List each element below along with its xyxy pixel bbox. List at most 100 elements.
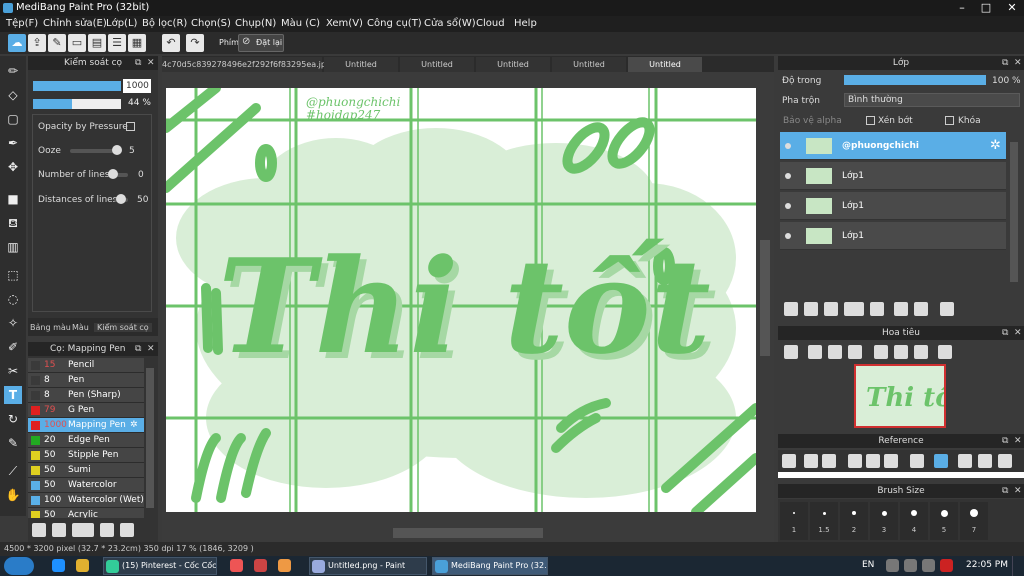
grid-icon[interactable]: ▦ <box>128 34 146 52</box>
close-button[interactable]: ✕ <box>1002 0 1022 16</box>
rotate-right-icon[interactable] <box>914 345 928 359</box>
minimize-button[interactable]: – <box>952 0 972 16</box>
select-tool-icon[interactable]: ⬚ <box>4 266 22 284</box>
brush-size-cell[interactable]: 5 <box>930 502 958 540</box>
close-icon[interactable]: ✕ <box>147 342 155 356</box>
close-icon[interactable] <box>822 454 836 468</box>
language-indicator[interactable]: EN <box>862 560 874 570</box>
layer-row[interactable]: Lớp1 <box>780 222 1006 250</box>
comment-icon[interactable]: ▭ <box>68 34 86 52</box>
brush-item[interactable]: 15 Pencil <box>28 358 144 373</box>
magic-wand-icon[interactable]: ✧ <box>4 314 22 332</box>
list-icon[interactable]: ☰ <box>108 34 126 52</box>
eyedropper-tool-icon[interactable]: ✎ <box>4 434 22 452</box>
menu-file[interactable]: Tệp(F) <box>6 16 38 32</box>
close-icon[interactable]: ✕ <box>1014 56 1022 70</box>
redo-icon[interactable]: ↷ <box>186 34 204 52</box>
tray-icon[interactable] <box>886 559 899 572</box>
lasso-tool-icon[interactable]: ◌ <box>4 290 22 308</box>
rotate-left-icon[interactable] <box>958 454 972 468</box>
network-icon[interactable] <box>904 559 917 572</box>
antivirus-icon[interactable] <box>940 559 953 572</box>
brush-size-cell[interactable]: 4 <box>900 502 928 540</box>
brush-item[interactable]: 50 Acrylic <box>28 508 144 518</box>
reference-view[interactable] <box>778 472 1024 478</box>
menu-view[interactable]: Xem(V) <box>326 16 363 32</box>
menu-select[interactable]: Chọn(S) <box>191 16 231 32</box>
new-halftone-layer-icon[interactable] <box>804 302 818 316</box>
volume-icon[interactable] <box>922 559 935 572</box>
navigator-thumbnail[interactable]: Thi tốt <box>854 364 965 428</box>
zoom-out-icon[interactable] <box>848 345 862 359</box>
cloud-icon[interactable]: ☁ <box>8 34 26 52</box>
layer-row[interactable]: Lớp1 <box>780 162 1006 190</box>
tab-document-jpg[interactable]: 4c70d5c839278496e2f292f6f83295ea.jpg <box>162 57 331 72</box>
menu-cloud[interactable]: Cloud <box>476 16 505 32</box>
fit-icon[interactable] <box>828 345 842 359</box>
zoom-in-icon[interactable] <box>848 454 862 468</box>
tab-palette[interactable]: Bảng màu <box>30 323 71 332</box>
brush-item[interactable]: 8 Pen <box>28 373 144 388</box>
import-brush-icon[interactable] <box>100 523 114 537</box>
brush-item[interactable]: 50 Sumi <box>28 463 144 478</box>
task-medibang[interactable]: MediBang Paint Pro (32... <box>432 557 548 575</box>
detach-icon[interactable]: ⧉ <box>135 56 141 70</box>
menu-layer[interactable]: Lớp(L) <box>106 16 137 32</box>
size-value[interactable]: 1000 <box>123 79 151 93</box>
duplicate-layer-icon[interactable] <box>894 302 908 316</box>
gear-icon[interactable]: ✲ <box>990 138 1001 153</box>
reset-button[interactable]: ⊘ Đặt lại <box>238 34 284 52</box>
new-brush-icon[interactable] <box>52 523 66 537</box>
brush-size-cell[interactable]: 7 <box>960 502 988 540</box>
menu-filter[interactable]: Bộ lọc(R) <box>142 16 187 32</box>
new-8bit-layer-icon[interactable] <box>824 302 838 316</box>
rectangle-tool-icon[interactable]: ▢ <box>4 110 22 128</box>
show-desktop-button[interactable] <box>1012 556 1024 576</box>
gradient-tool-icon[interactable]: ▥ <box>4 238 22 256</box>
maximize-button[interactable]: □ <box>976 0 996 16</box>
distance-knob[interactable] <box>116 194 126 204</box>
detach-icon[interactable]: ⧉ <box>135 342 141 356</box>
folder-icon[interactable] <box>76 559 89 572</box>
close-icon[interactable]: ✕ <box>147 56 155 70</box>
layer-scrollbar[interactable] <box>1010 142 1018 282</box>
menu-edit[interactable]: Chỉnh sửa(E) <box>43 16 107 32</box>
operation-tool-icon[interactable]: ↻ <box>4 410 22 428</box>
chat-icon[interactable]: ✎ <box>48 34 66 52</box>
canvas-viewport[interactable]: @phuongchichi #hoidap247 Thi tốt Thi tốt <box>166 88 756 512</box>
brush-list-scrollbar[interactable] <box>146 368 154 508</box>
gear-icon[interactable]: ✲ <box>130 418 138 433</box>
clock[interactable]: 22:05 PM <box>966 560 1008 570</box>
close-icon[interactable]: ✕ <box>1014 326 1022 340</box>
canvas-hscroll[interactable] <box>393 528 543 538</box>
hand-tool-icon[interactable]: ✋ <box>4 486 22 504</box>
delete-layer-icon[interactable] <box>940 302 954 316</box>
lines-knob[interactable] <box>108 169 118 179</box>
merge-layer-icon[interactable] <box>914 302 928 316</box>
size-slider[interactable] <box>33 81 121 91</box>
rotate-right-icon[interactable] <box>998 454 1012 468</box>
divide-tool-icon[interactable]: ⟋ <box>4 462 22 480</box>
zoom-out-icon[interactable] <box>884 454 898 468</box>
media-icon[interactable] <box>230 559 243 572</box>
brush-item[interactable]: 20 Edge Pen <box>28 433 144 448</box>
opacity-pressure-checkbox[interactable] <box>126 122 135 131</box>
tab-color[interactable]: Màu <box>72 323 89 332</box>
page-icon[interactable]: ▤ <box>88 34 106 52</box>
brush-size-cell[interactable]: 1 <box>780 502 808 540</box>
detach-icon[interactable]: ⧉ <box>1002 326 1008 340</box>
upload-icon[interactable]: ⇪ <box>28 34 46 52</box>
folder-icon[interactable] <box>120 523 134 537</box>
eye-icon[interactable] <box>785 173 791 179</box>
tab-untitled[interactable]: Untitled <box>400 57 474 72</box>
reset-view-icon[interactable] <box>978 454 992 468</box>
bucket-tool-icon[interactable]: ⛾ <box>4 214 22 232</box>
tab-untitled[interactable]: Untitled <box>324 57 398 72</box>
detach-icon[interactable]: ⧉ <box>1002 484 1008 498</box>
start-button[interactable] <box>4 557 34 575</box>
folder-icon[interactable] <box>870 302 884 316</box>
fill-rect-icon[interactable]: ■ <box>4 190 22 208</box>
blend-select[interactable]: Bình thường <box>844 93 1020 107</box>
layer-opacity-slider[interactable] <box>844 75 986 85</box>
chrome-icon[interactable] <box>278 559 291 572</box>
